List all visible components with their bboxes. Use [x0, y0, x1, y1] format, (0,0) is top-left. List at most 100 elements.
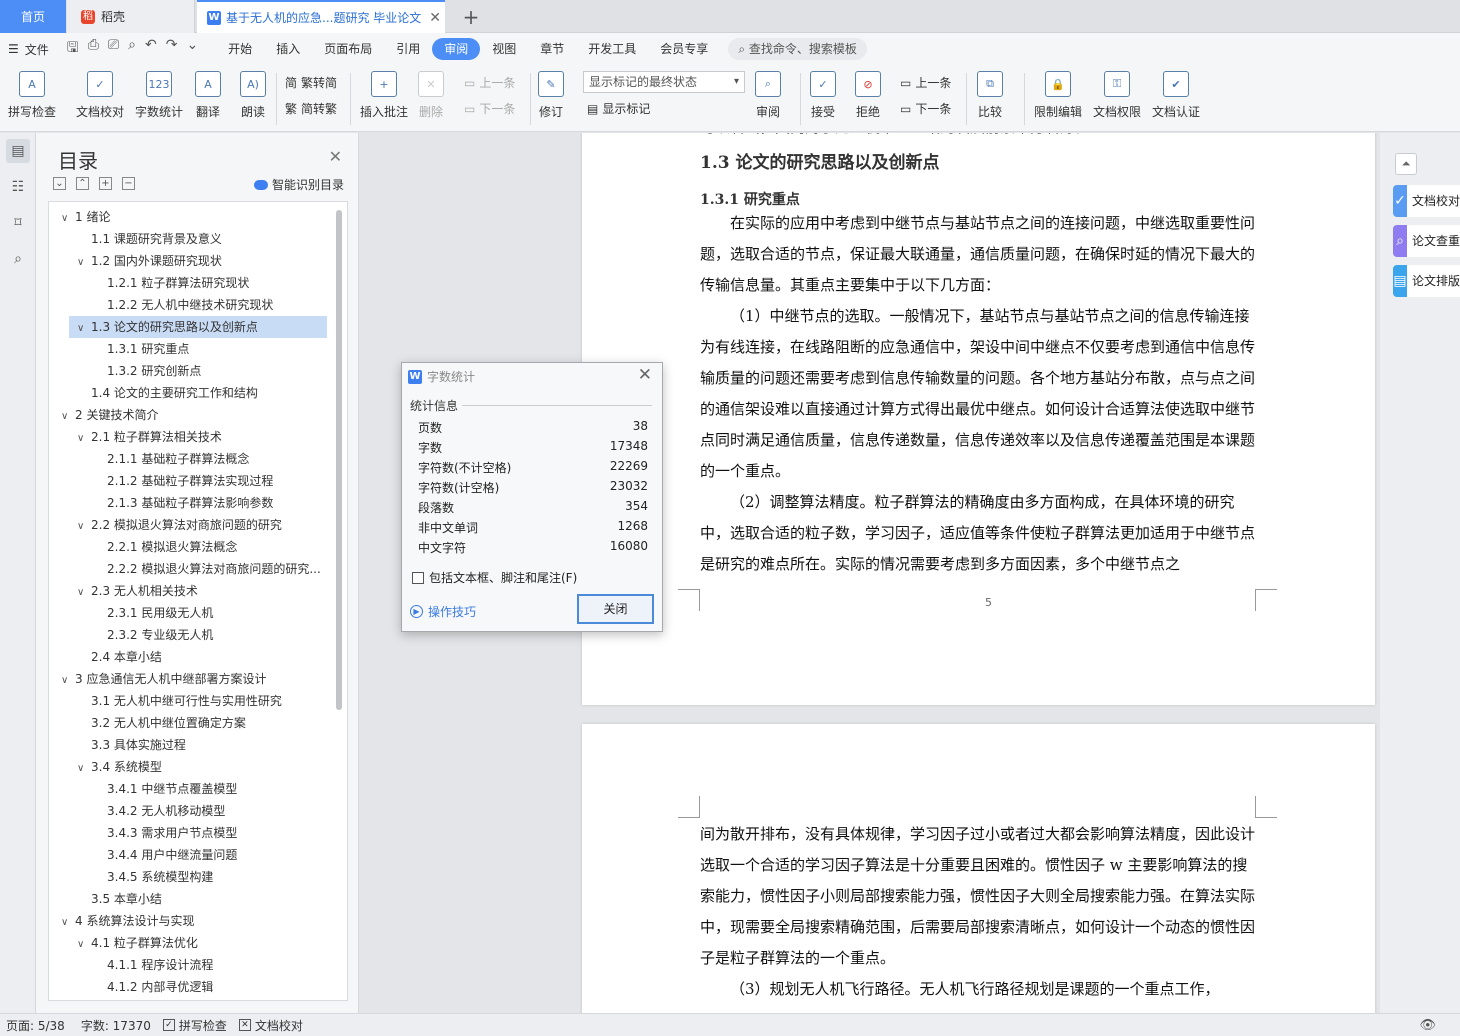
- paragraph-1[interactable]: 在实际的应用中考虑到中继节点与基站节点之间的连接问题，中继选取重要性问题，选取合…: [700, 208, 1260, 301]
- next-comment-button[interactable]: ▭ 下一条: [464, 100, 515, 117]
- doc-proof-side-button[interactable]: ✓ 文档校对: [1393, 185, 1460, 217]
- menu-reference[interactable]: 引用: [384, 38, 432, 60]
- include-notes-checkbox[interactable]: 包括文本框、脚注和尾注(F): [412, 569, 577, 586]
- spell-check-button[interactable]: A 拼写检查: [8, 71, 56, 120]
- toc-panel-icon[interactable]: ▤: [6, 139, 30, 163]
- toc-item[interactable]: ∨ 2 关键技术简介: [49, 404, 329, 426]
- export-icon[interactable]: ⎙: [88, 37, 99, 61]
- print-icon[interactable]: ⎚: [108, 37, 119, 61]
- chevron-down-icon[interactable]: ∨: [61, 670, 75, 690]
- paragraph-2[interactable]: （1）中继节点的选取。一般情况下，基站节点与基站节点之间的信息传输连接为有线连接…: [700, 301, 1260, 487]
- plagiarism-check-button[interactable]: ⌕ 论文查重: [1393, 225, 1460, 257]
- paragraph-3[interactable]: （2）调整算法精度。粒子群算法的精确度由多方面构成，在具体环境的研究中，选取合适…: [700, 487, 1260, 580]
- simp-to-trad-button[interactable]: 繁简转繁: [285, 100, 337, 117]
- remove-heading-icon[interactable]: −: [122, 177, 135, 190]
- toc-item[interactable]: 3.4.1 中继节点覆盖模型: [49, 778, 329, 800]
- page-indicator[interactable]: 页面: 5/38: [6, 1017, 65, 1034]
- toc-item[interactable]: 2.2.1 模拟退火算法概念: [49, 536, 329, 558]
- paragraph-5[interactable]: （3）规划无人机飞行路径。无人机飞行路径规划是课题的一个重点工作，: [700, 974, 1260, 1005]
- next-change-button[interactable]: ▭ 下一条: [900, 100, 951, 117]
- toc-item[interactable]: ∨ 2.1 粒子群算法相关技术: [49, 426, 329, 448]
- toc-item[interactable]: 1.1 课题研究背景及意义: [49, 228, 329, 250]
- menu-view[interactable]: 视图: [480, 38, 528, 60]
- toc-item[interactable]: ∨ 2.3 无人机相关技术: [49, 580, 329, 602]
- delete-comment-button[interactable]: ✕ 删除: [418, 71, 444, 120]
- toc-item[interactable]: 3.1 无人机中继可行性与实用性研究: [49, 690, 329, 712]
- spell-check-toggle[interactable]: ✓ 拼写检查: [162, 1017, 227, 1034]
- toc-item[interactable]: ∨ 1 绪论: [49, 206, 329, 228]
- paragraph-cut[interactable]: 可以看出，国内对于无人机中继基站的发展前景十分看好。: [700, 133, 1260, 143]
- file-menu[interactable]: ☰ 文件: [8, 41, 49, 58]
- toc-item[interactable]: 2.1.2 基础粒子群算法实现过程: [49, 470, 329, 492]
- chevron-down-icon[interactable]: ∨: [61, 208, 75, 228]
- heading-1-3-1[interactable]: 1.3.1 研究重点: [700, 189, 800, 209]
- doc-permission-button[interactable]: ⚿ 文档权限: [1093, 71, 1141, 120]
- close-button[interactable]: 关闭: [577, 594, 654, 624]
- translate-button[interactable]: A 翻译: [195, 71, 221, 120]
- insert-comment-button[interactable]: + 插入批注: [360, 71, 408, 120]
- chevron-down-icon[interactable]: ∨: [77, 516, 91, 536]
- tab-home[interactable]: 首页: [0, 0, 66, 33]
- menu-insert[interactable]: 插入: [264, 38, 312, 60]
- tab-document[interactable]: W 基于无人机的应急...题研究 毕业论文 ✕: [197, 0, 445, 33]
- toc-item[interactable]: 1.2.1 粒子群算法研究现状: [49, 272, 329, 294]
- toc-item[interactable]: 3.4.5 系统模型构建: [49, 866, 329, 888]
- chevron-down-icon[interactable]: ∨: [77, 758, 91, 778]
- toc-item[interactable]: 2.2.2 模拟退火算法对商旅问题的研究...: [49, 558, 329, 580]
- close-icon[interactable]: ✕: [638, 365, 652, 385]
- chevron-down-icon[interactable]: ∨: [61, 912, 75, 932]
- toc-item[interactable]: 3.5 本章小结: [49, 888, 329, 910]
- toc-item[interactable]: 4.1.2 内部寻优逻辑: [49, 976, 329, 998]
- doc-proof-toggle[interactable]: ✕ 文档校对: [238, 1017, 303, 1034]
- menu-developer[interactable]: 开发工具: [576, 38, 648, 60]
- toc-item[interactable]: 3.3 具体实施过程: [49, 734, 329, 756]
- word-count-button[interactable]: 123 字数统计: [135, 71, 183, 120]
- collapse-all-icon[interactable]: ⌃: [76, 177, 89, 190]
- menu-chapter[interactable]: 章节: [528, 38, 576, 60]
- expand-all-icon[interactable]: ⌄: [53, 177, 66, 190]
- toc-item[interactable]: ∨ 1.2 国内外课题研究现状: [49, 250, 329, 272]
- toc-item[interactable]: ∨ 3.4 系统模型: [49, 756, 329, 778]
- review-pane-button[interactable]: ⌕ 审阅: [755, 71, 781, 120]
- paper-layout-button[interactable]: ▤ 论文排版: [1393, 265, 1460, 297]
- toc-item[interactable]: 2.3.1 民用级无人机: [49, 602, 329, 624]
- undo-icon[interactable]: ↶: [145, 37, 157, 61]
- toc-item[interactable]: 2.1.1 基础粒子群算法概念: [49, 448, 329, 470]
- toc-item[interactable]: 1.2.2 无人机中继技术研究现状: [49, 294, 329, 316]
- toc-item[interactable]: 2.3.2 专业级无人机: [49, 624, 329, 646]
- toc-scrollbar[interactable]: [336, 210, 342, 710]
- menu-layout[interactable]: 页面布局: [312, 38, 384, 60]
- prev-comment-button[interactable]: ▭ 上一条: [464, 74, 515, 91]
- read-aloud-button[interactable]: A) 朗读: [240, 71, 266, 120]
- chevron-down-icon[interactable]: ∨: [61, 406, 75, 426]
- toc-item[interactable]: ∨ 4.1 粒子群算法优化: [49, 932, 329, 954]
- heading-1-3[interactable]: 1.3 论文的研究思路以及创新点: [700, 148, 940, 173]
- new-tab-button[interactable]: +: [456, 0, 486, 33]
- preview-icon[interactable]: ⌕: [128, 37, 136, 61]
- toc-item[interactable]: ∨ 4 系统算法设计与实现: [49, 910, 329, 932]
- chevron-down-icon[interactable]: ∨: [77, 582, 91, 602]
- word-count-indicator[interactable]: 字数: 17370: [81, 1017, 151, 1034]
- show-marks-button[interactable]: ▤ 显示标记: [587, 100, 650, 117]
- revise-button[interactable]: ✎ 修订: [538, 71, 564, 120]
- toc-item[interactable]: ∨ 3 应急通信无人机中继部署方案设计: [49, 668, 329, 690]
- smart-toc-button[interactable]: 智能识别目录: [253, 176, 344, 193]
- bookmark-icon[interactable]: ⌑: [6, 211, 30, 235]
- redo-icon[interactable]: ↷: [166, 37, 178, 61]
- tips-link[interactable]: ▶ 操作技巧: [410, 603, 476, 620]
- toc-item[interactable]: 1.4 论文的主要研究工作和结构: [49, 382, 329, 404]
- toc-item[interactable]: 1.3.2 研究创新点: [49, 360, 329, 382]
- command-search[interactable]: ⌕ 查找命令、搜索模板: [728, 38, 867, 60]
- add-heading-icon[interactable]: +: [99, 177, 112, 190]
- compare-button[interactable]: ⧉ 比较: [977, 71, 1003, 120]
- chevron-down-icon[interactable]: ∨: [77, 428, 91, 448]
- collapse-panel-icon[interactable]: ⏶: [1395, 153, 1417, 175]
- toc-item[interactable]: ∨ 2.2 模拟退火算法对商旅问题的研究: [49, 514, 329, 536]
- doc-proof-button[interactable]: ✓ 文档校对: [76, 71, 124, 120]
- toc-item[interactable]: 3.4.4 用户中继流量问题: [49, 844, 329, 866]
- tab-daoke[interactable]: 稻稻壳: [67, 0, 195, 33]
- toc-item[interactable]: ∨ 1.3 论文的研究思路以及创新点: [69, 316, 327, 338]
- menu-start[interactable]: 开始: [216, 38, 264, 60]
- prev-change-button[interactable]: ▭ 上一条: [900, 74, 951, 91]
- paragraph-4[interactable]: 间为散开排布，没有具体规律，学习因子过小或者过大都会影响算法精度，因此设计选取一…: [700, 819, 1260, 974]
